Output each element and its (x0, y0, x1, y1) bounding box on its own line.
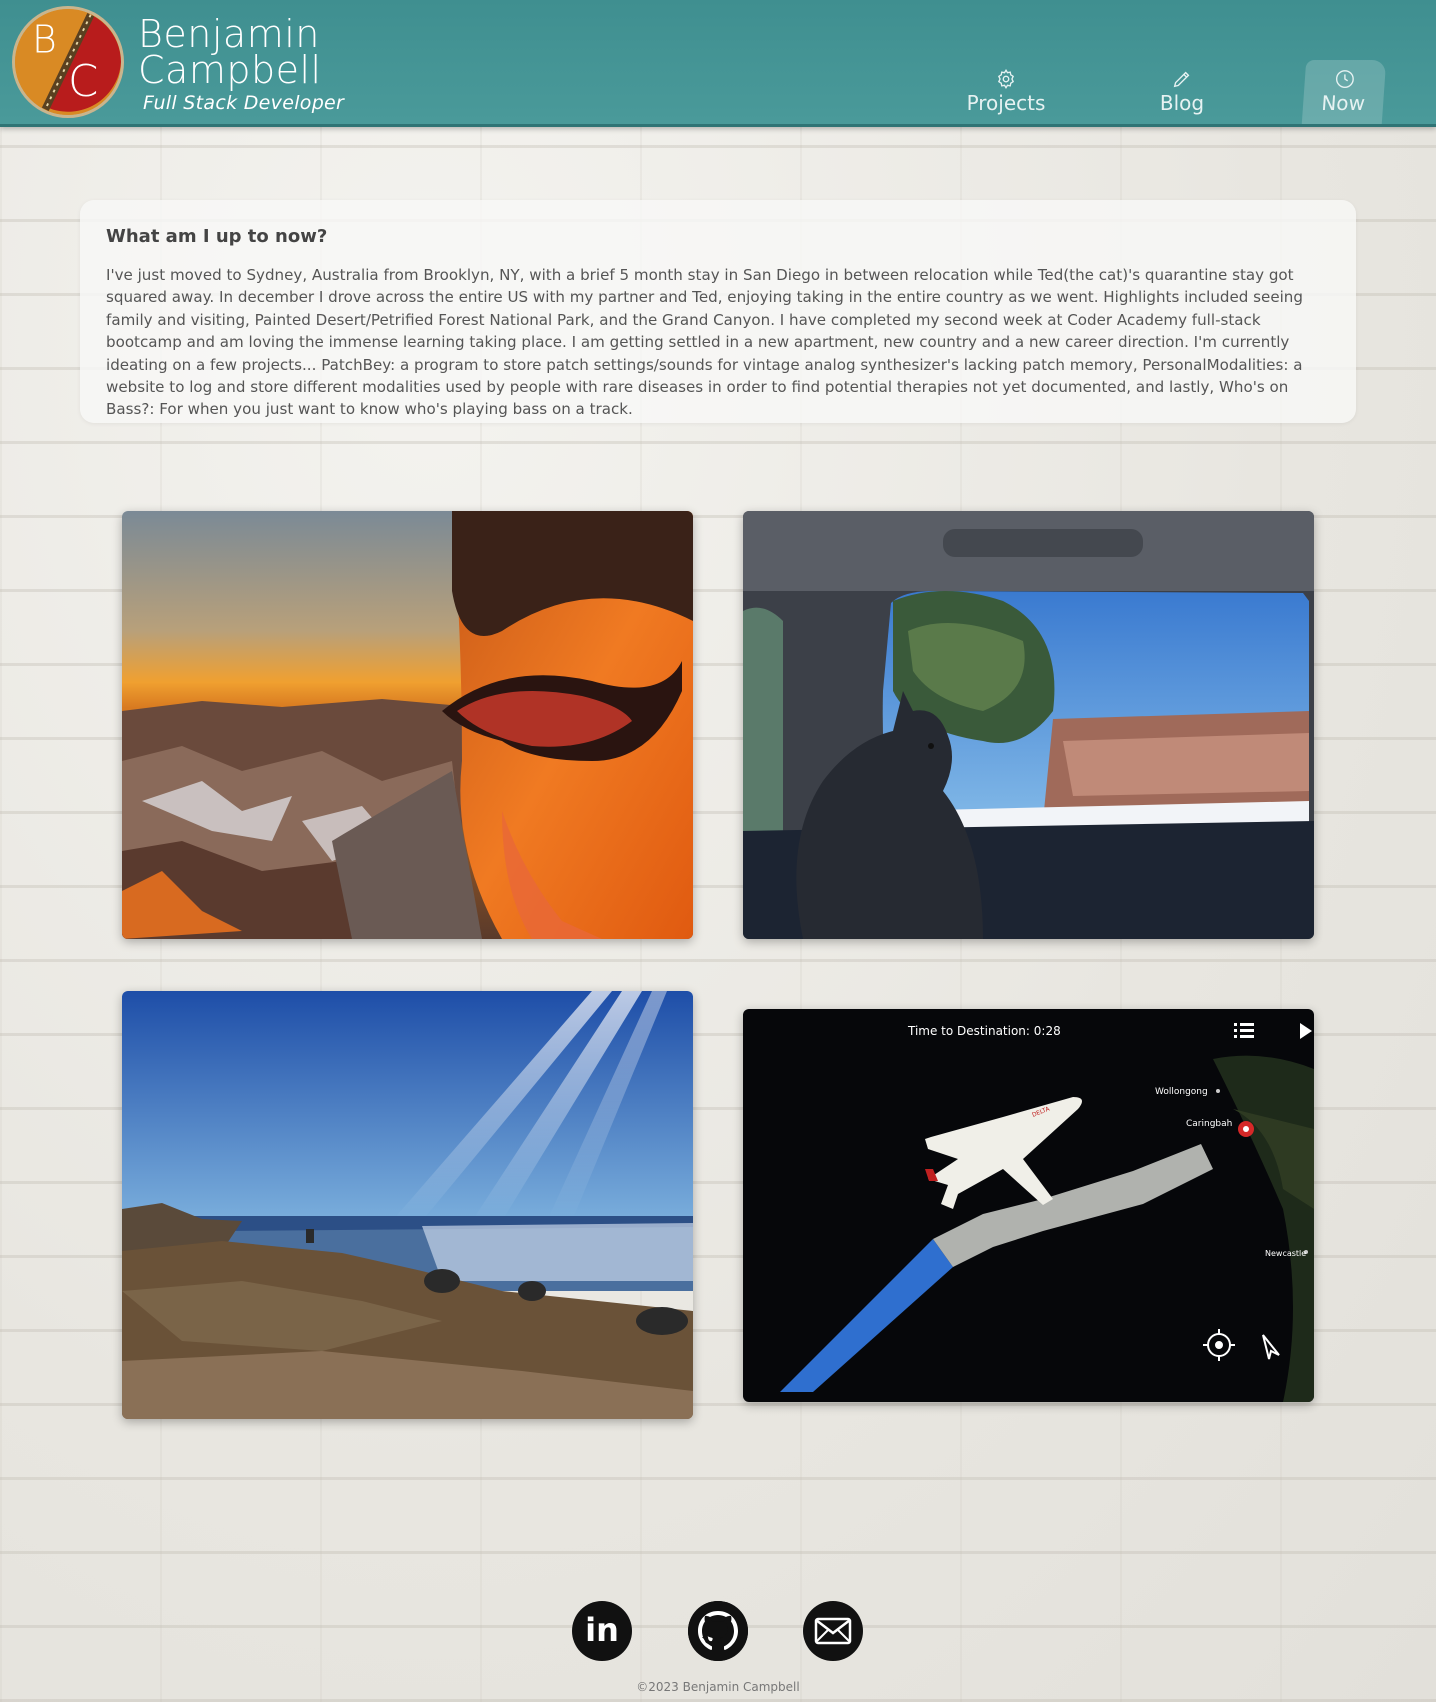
photo-flight-map: Time to Destination: 0:28 Wollongong Car… (743, 1009, 1314, 1402)
now-body: I've just moved to Sydney, Australia fro… (106, 266, 1303, 419)
logo-initial-b: B (32, 18, 57, 62)
gear-icon (995, 68, 1017, 90)
pencil-icon (1171, 68, 1193, 90)
nav-now-label: Now (1320, 91, 1366, 115)
list-icon (1234, 1023, 1254, 1038)
logo[interactable]: B C (12, 6, 124, 118)
now-heading: What am I up to now? (106, 226, 328, 247)
site-header: B C Benjamin Campbell Full Stack Develop… (0, 0, 1436, 127)
nav-blog[interactable]: Blog (1152, 68, 1212, 124)
linkedin-glyph: in (585, 1611, 619, 1649)
logo-mark: B C (15, 9, 121, 115)
photo-cat-grand-canyon (743, 511, 1314, 939)
time-to-destination: Time to Destination: 0:28 (907, 1024, 1061, 1038)
linkedin-icon: in (585, 1611, 619, 1649)
copyright: ©2023 Benjamin Campbell (636, 1680, 800, 1694)
now-card: What am I up to now? I've just moved to … (80, 200, 1356, 423)
brand: Benjamin Campbell Full Stack Developer (138, 12, 345, 116)
map-label-wollongong: Wollongong (1155, 1087, 1208, 1097)
photo-coastline (122, 991, 693, 1419)
email-icon (814, 1617, 852, 1645)
nav-now[interactable]: Now (1301, 60, 1387, 124)
email-link[interactable] (803, 1601, 863, 1661)
brand-role: Full Stack Developer (143, 92, 345, 114)
nav-blog-label: Blog (1159, 91, 1205, 115)
logo-initial-c: C (68, 57, 98, 107)
nav-projects-label: Projects (966, 91, 1046, 115)
brand-name-last: Campbell (138, 48, 322, 92)
nav-projects[interactable]: Projects (966, 68, 1046, 124)
github-link[interactable] (688, 1601, 748, 1661)
photo-painted-desert-selfie (122, 511, 693, 939)
linkedin-link[interactable]: in (572, 1601, 632, 1661)
map-label-newcastle: Newcastle (1265, 1249, 1306, 1258)
brand-name-first: Benjamin (138, 12, 320, 56)
github-icon (688, 1601, 748, 1661)
clock-icon (1334, 68, 1356, 90)
map-label-caringbah: Caringbah (1186, 1119, 1232, 1129)
